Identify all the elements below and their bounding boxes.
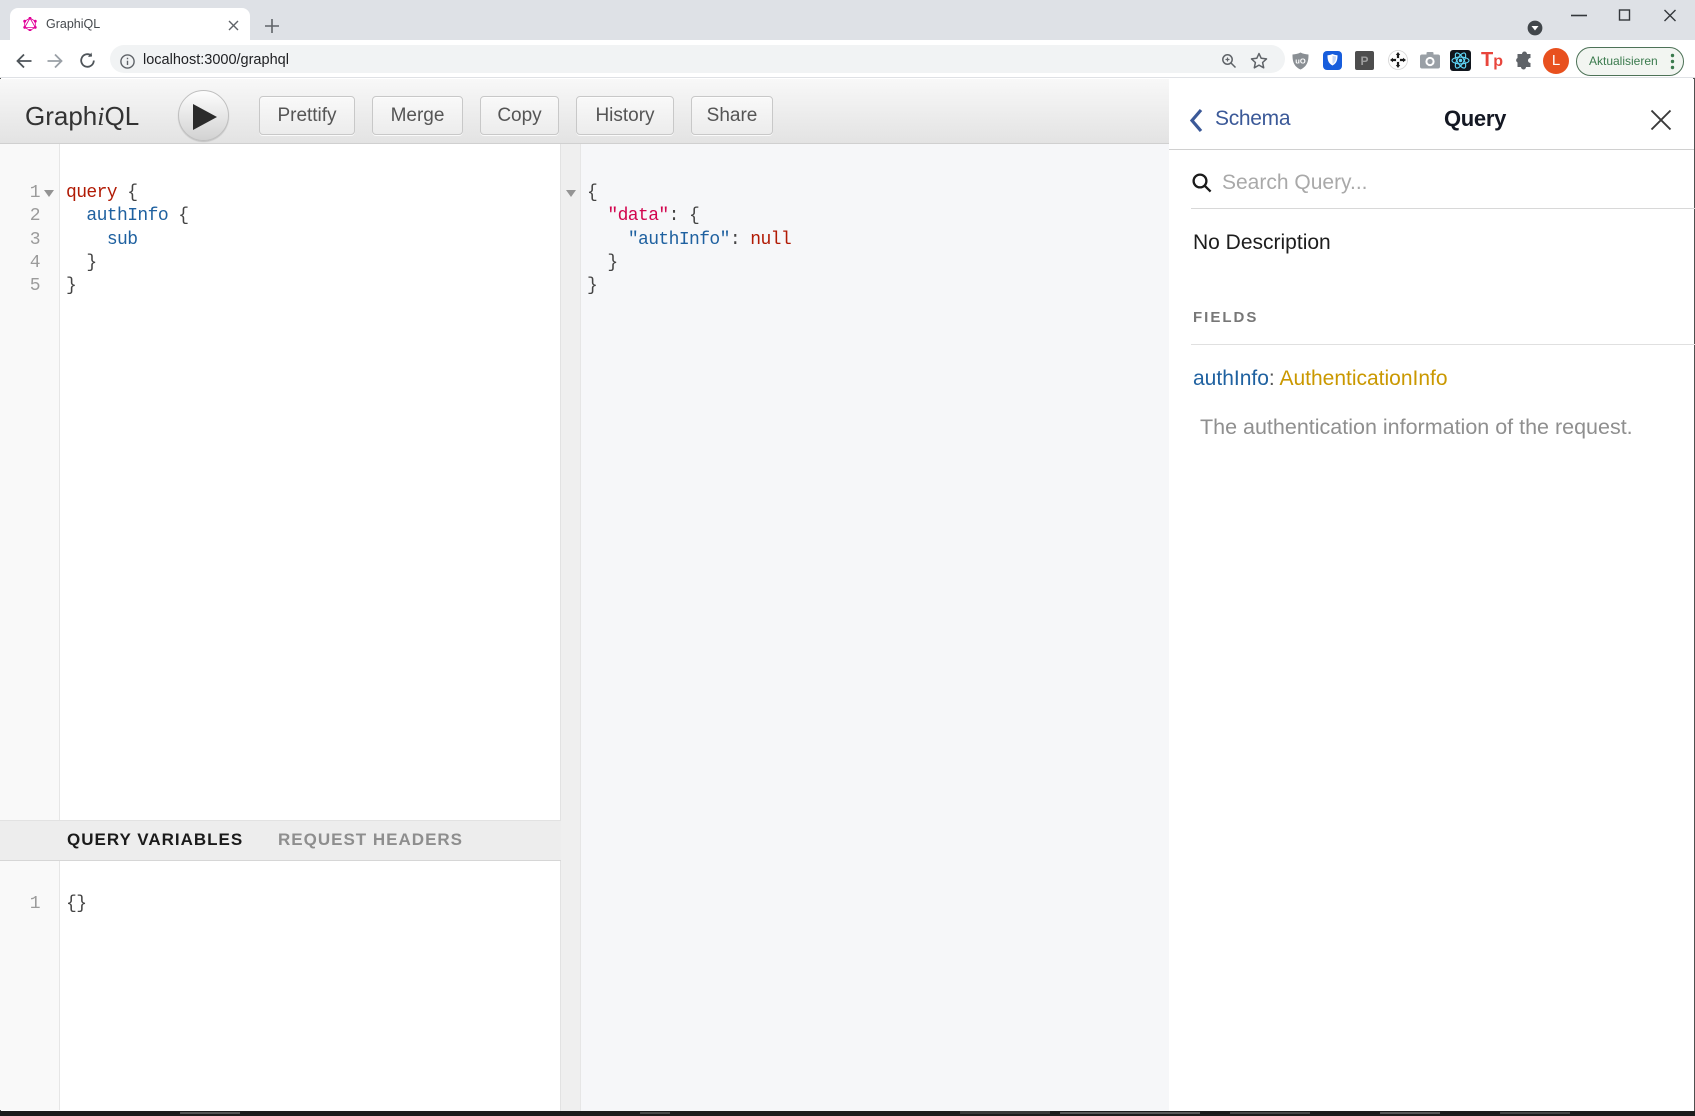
svg-text:uO: uO [1295,57,1306,66]
svg-text:P: P [1360,54,1368,68]
